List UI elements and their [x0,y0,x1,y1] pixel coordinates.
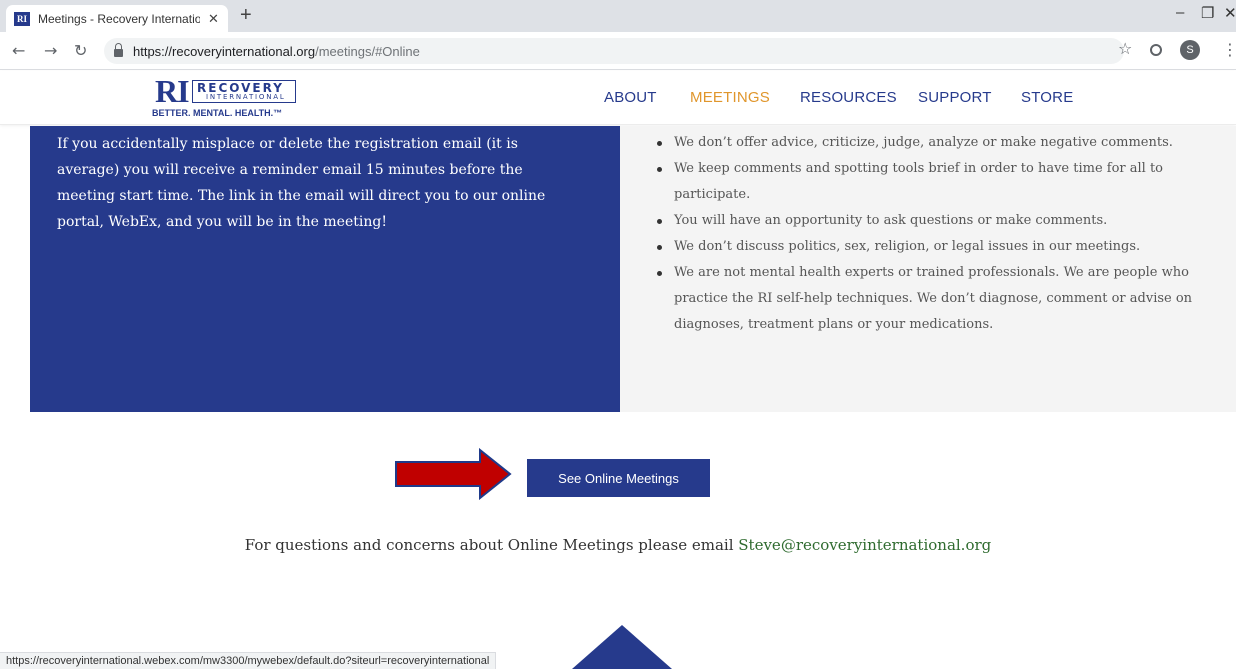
restore-icon[interactable]: ❐ [1201,4,1214,22]
registration-info-text: If you accidentally misplace or delete t… [57,136,546,230]
see-online-meetings-button[interactable]: See Online Meetings [527,459,710,497]
registration-info-panel: If you accidentally misplace or delete t… [30,126,620,412]
close-window-icon[interactable]: ✕ [1224,4,1236,22]
bookmark-star-icon[interactable]: ☆ [1118,39,1132,58]
list-item: We don’t offer advice, criticize, judge,… [654,130,1194,156]
list-item: We are not mental health experts or trai… [654,260,1194,338]
reload-icon[interactable]: ↻ [74,41,87,60]
profile-avatar[interactable]: S [1180,40,1200,60]
new-tab-icon[interactable]: + [240,4,252,27]
site-logo[interactable]: RI RECOVERY INTERNATIONAL BETTER. MENTAL… [152,73,302,120]
logo-subword: INTERNATIONAL [206,93,286,101]
contact-text: For questions and concerns about Online … [244,536,739,554]
tab-title: Meetings - Recovery Internationa [38,11,200,26]
nav-resources[interactable]: RESOURCES [800,89,897,106]
browser-tab-bar: RI Meetings - Recovery Internationa ✕ + … [0,0,1236,32]
list-item: We keep comments and spotting tools brie… [654,156,1194,208]
site-favicon-icon: RI [14,11,30,26]
list-item: We don’t discuss politics, sex, religion… [654,234,1194,260]
contact-line: For questions and concerns about Online … [0,536,1236,554]
browser-toolbar: ← → ↻ https://recoveryinternational.org/… [0,32,1236,70]
meeting-rules-list: We don’t offer advice, criticize, judge,… [654,130,1194,338]
address-bar[interactable]: https://recoveryinternational.org/meetin… [104,38,1124,64]
scroll-top-triangle-icon[interactable] [570,625,674,669]
contact-email-link[interactable]: Steve@recoveryinternational.org [738,536,991,554]
browser-tab[interactable]: RI Meetings - Recovery Internationa ✕ [6,5,228,32]
logo-tagline: BETTER. MENTAL. HEALTH.™ [152,108,283,118]
link-status-bar: https://recoveryinternational.webex.com/… [0,652,497,669]
minimize-icon[interactable]: – [1176,4,1184,21]
url-text: https://recoveryinternational.org/meetin… [133,43,420,59]
browser-menu-icon[interactable]: ⋮ [1222,40,1236,59]
nav-store[interactable]: STORE [1021,89,1073,106]
nav-meetings[interactable]: MEETINGS [690,89,770,106]
site-header: RI RECOVERY INTERNATIONAL BETTER. MENTAL… [0,71,1236,125]
extension-icon[interactable] [1150,44,1162,56]
logo-mark: RI [155,73,190,109]
nav-about[interactable]: ABOUT [604,89,657,106]
back-icon[interactable]: ← [12,41,25,60]
close-tab-icon[interactable]: ✕ [208,11,219,27]
logo-wordmark-box: RECOVERY INTERNATIONAL [192,80,296,103]
list-item: You will have an opportunity to ask ques… [654,208,1194,234]
forward-icon[interactable]: → [44,41,57,60]
nav-support[interactable]: SUPPORT [918,89,992,106]
meeting-rules-panel: We don’t offer advice, criticize, judge,… [620,126,1236,412]
lock-icon [114,43,123,57]
arrow-right-icon [395,448,512,500]
